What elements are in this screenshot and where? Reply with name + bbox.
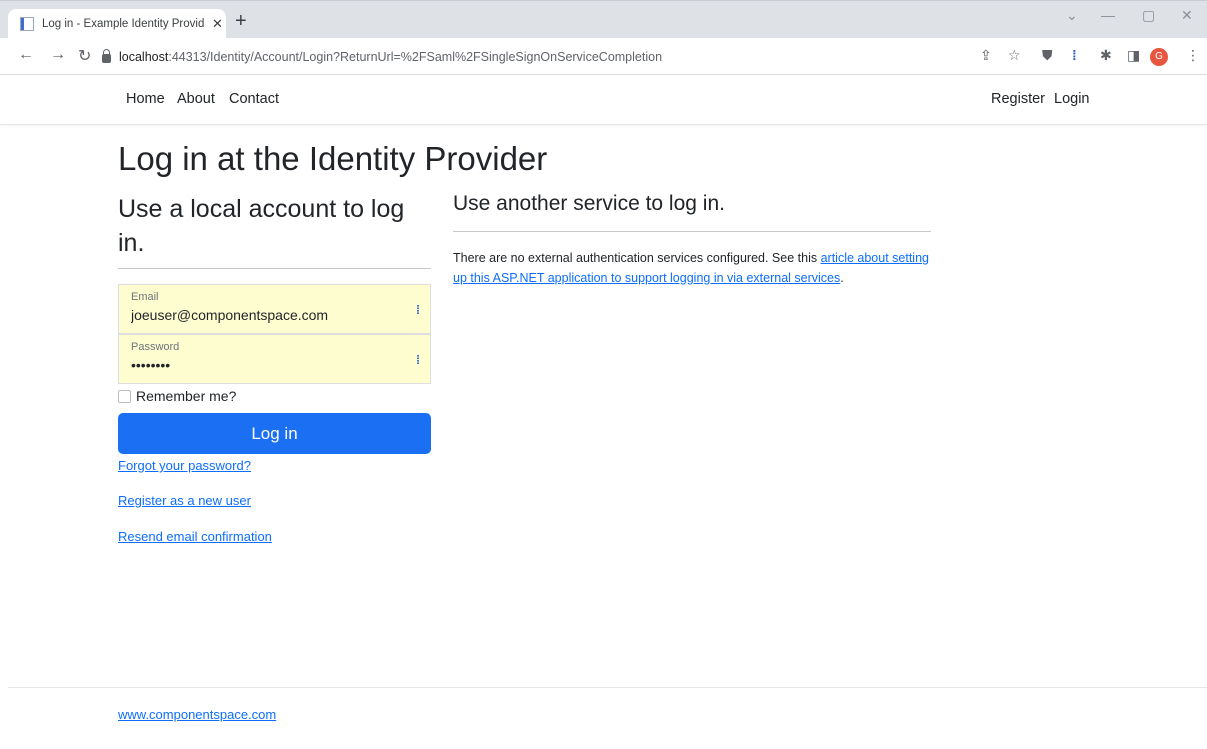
puzzle-icon[interactable]: ✱ (1100, 47, 1112, 64)
external-login-heading: Use another service to log in. (453, 192, 725, 215)
new-tab-button[interactable]: + (235, 10, 247, 33)
profile-avatar[interactable]: G (1150, 48, 1168, 66)
password-manager-icon[interactable]: ⁞ (416, 353, 420, 367)
divider (118, 268, 431, 269)
nav-register-link[interactable]: Register (991, 91, 1045, 107)
remember-label: Remember me? (136, 388, 237, 404)
browser-tab[interactable]: Log in - Example Identity Provider ✕ (8, 9, 226, 39)
nav-about-link[interactable]: About (177, 91, 215, 107)
nav-contact-link[interactable]: Contact (229, 91, 279, 107)
back-icon[interactable]: ← (18, 46, 34, 64)
password-manager-icon[interactable]: ⁞ (416, 303, 420, 317)
address-bar[interactable]: localhost:44313/Identity/Account/Login?R… (102, 44, 972, 70)
remember-checkbox[interactable] (118, 389, 131, 403)
extension-icon[interactable]: ⁞ (1072, 47, 1077, 63)
forward-icon[interactable]: → (50, 46, 66, 64)
lock-icon[interactable] (102, 48, 111, 63)
external-text-end: . (840, 271, 844, 285)
password-label: Password (131, 341, 180, 353)
external-info-text: There are no external authentication ser… (453, 248, 931, 288)
browser-tabstrip: Log in - Example Identity Provider ✕ + ⌄… (0, 0, 1207, 39)
sidepanel-icon[interactable]: ◨ (1127, 47, 1140, 64)
tab-close-icon[interactable]: ✕ (212, 16, 223, 32)
nav-home-link[interactable]: Home (126, 91, 165, 107)
url-text: localhost:44313/Identity/Account/Login?R… (119, 50, 662, 64)
email-input[interactable] (131, 307, 401, 323)
footer-divider (8, 687, 1207, 688)
footer-link[interactable]: www.componentspace.com (118, 707, 276, 722)
external-text: There are no external authentication ser… (453, 251, 821, 265)
url-host: localhost (119, 50, 169, 64)
maximize-icon[interactable]: ▢ (1142, 7, 1155, 24)
star-icon[interactable]: ☆ (1008, 47, 1021, 64)
forgot-password-link[interactable]: Forgot your password? (118, 458, 251, 473)
resend-confirmation-link[interactable]: Resend email confirmation (118, 529, 272, 544)
site-navbar: Home About Contact Register Login (0, 75, 1207, 125)
nav-login-link[interactable]: Login (1054, 91, 1089, 107)
browser-toolbar: ← → ↻ localhost:44313/Identity/Account/L… (0, 38, 1207, 75)
email-field[interactable]: Email ⁞ (118, 284, 431, 334)
password-field[interactable]: Password ⁞ (118, 334, 431, 384)
reload-icon[interactable]: ↻ (78, 46, 91, 66)
remember-me[interactable]: Remember me? (118, 388, 236, 404)
article-link-text-1[interactable]: article (821, 251, 854, 265)
minimize-icon[interactable]: — (1101, 7, 1115, 23)
local-account-heading: Use a local account to log in. (118, 195, 405, 257)
shield-icon[interactable]: ⛊ (1042, 47, 1053, 64)
window-close-icon[interactable]: ✕ (1181, 7, 1193, 24)
tab-search-icon[interactable]: ⌄ (1066, 7, 1078, 24)
share-icon[interactable]: ⇪ (980, 47, 992, 64)
password-input[interactable] (131, 357, 401, 373)
register-link[interactable]: Register as a new user (118, 493, 251, 508)
login-button[interactable]: Log in (118, 413, 431, 454)
url-path: :44313/Identity/Account/Login?ReturnUrl=… (168, 50, 663, 64)
page-favicon-icon (20, 17, 34, 31)
page-title: Log in at the Identity Provider (118, 140, 548, 177)
email-label: Email (131, 291, 159, 303)
divider (453, 231, 931, 232)
tab-title: Log in - Example Identity Provider (42, 18, 204, 30)
menu-icon[interactable]: ⋮ (1186, 47, 1200, 64)
